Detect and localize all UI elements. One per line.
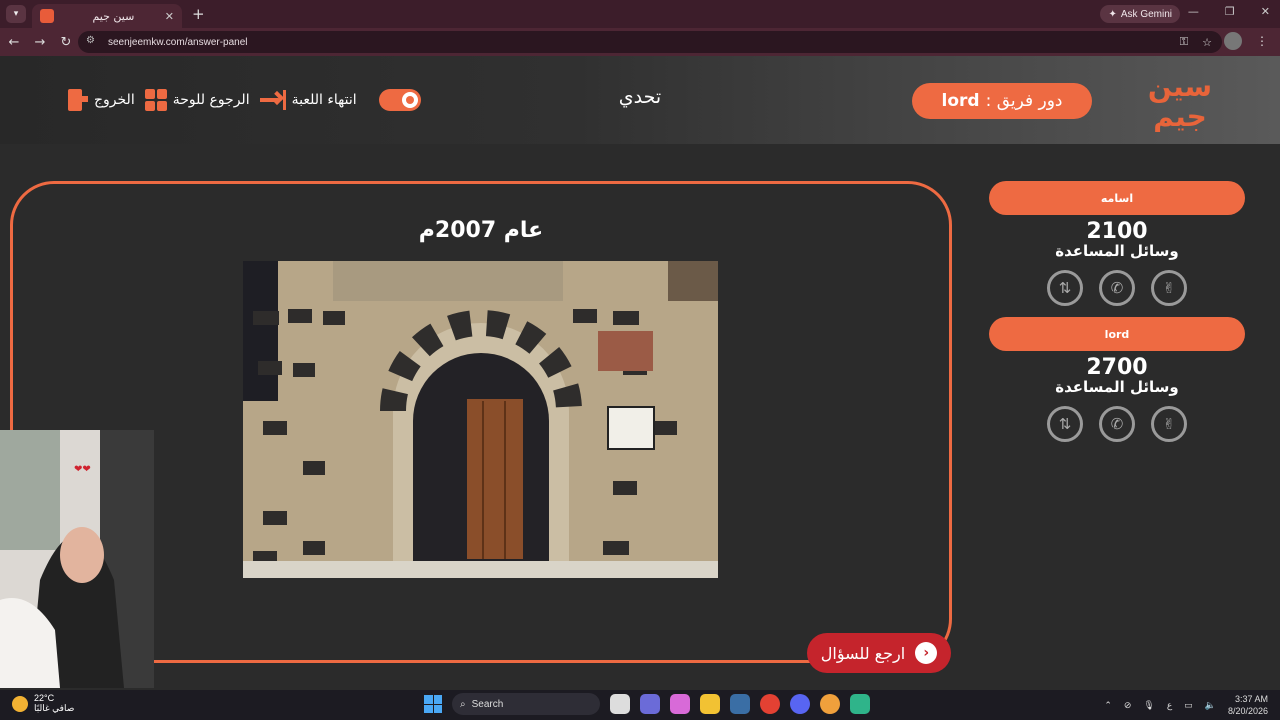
peace-hand-icon[interactable]: ✌	[1151, 270, 1187, 306]
back-to-board-button[interactable]: الرجوع للوحة	[144, 89, 250, 111]
tab-title: سين جيم	[92, 9, 135, 23]
brand-logo: سين جيم	[1140, 68, 1220, 133]
taskbar-apps: ⌕ Search	[424, 693, 870, 715]
ask-gemini-button[interactable]: ✦ Ask Gemini	[1100, 5, 1180, 23]
url-text: seenjeemkw.com/answer-panel	[108, 36, 248, 48]
window-controls: — ❐ ✕	[1188, 5, 1270, 18]
profile-avatar[interactable]	[1224, 32, 1242, 50]
restore-icon[interactable]: ❐	[1225, 5, 1235, 18]
svg-text:جيم: جيم	[1153, 100, 1207, 132]
grid-icon	[144, 89, 167, 111]
browser-tab[interactable]: سين جيم ✕	[32, 4, 182, 28]
turn-team-name: lord	[941, 91, 980, 111]
chrome-icon[interactable]	[760, 694, 780, 714]
gemini-icon: ✦	[1108, 8, 1117, 20]
svg-text:❤❤: ❤❤	[74, 464, 91, 475]
exit-label: الخروج	[94, 92, 135, 108]
address-bar[interactable]: ⚙ seenjeemkw.com/answer-panel ⚿ ☆	[78, 31, 1222, 53]
page-title: تحدي	[618, 86, 662, 108]
team-turn-indicator: دور فريق : lord	[912, 83, 1092, 119]
forward-icon[interactable]: →	[28, 35, 52, 50]
weather-widget[interactable]: 22°C صافي غالبًا	[12, 693, 74, 714]
reload-icon[interactable]: ↻	[54, 35, 78, 50]
chevron-left-icon: ‹	[915, 642, 938, 664]
aids-label: وسائل المساعدة	[1055, 242, 1179, 260]
back-to-question-button[interactable]: ‹ ارجع للسؤال	[807, 633, 951, 673]
aids-label: وسائل المساعدة	[1055, 378, 1179, 396]
menu-kebab-icon[interactable]: ⋮	[1256, 34, 1268, 48]
team-name-badge: lord	[989, 317, 1245, 351]
team-name-badge: اسامه	[989, 181, 1245, 215]
app-icon[interactable]	[850, 694, 870, 714]
ask-gemini-label: Ask Gemini	[1120, 8, 1172, 20]
back-icon[interactable]: ←	[2, 35, 26, 50]
team-panel-2: lord 2700 وسائل المساعدة ⇅ ✆ ✌	[989, 317, 1245, 442]
team-panel-1: اسامه 2100 وسائل المساعدة ⇅ ✆ ✌	[989, 181, 1245, 306]
steam-icon[interactable]	[730, 694, 750, 714]
team-score: 2100	[1086, 219, 1148, 244]
svg-text:سين: سين	[1148, 70, 1212, 103]
end-game-label: انتهاء اللعبة	[291, 92, 357, 108]
os-taskbar: 22°C صافي غالبًا ⌕ Search ⌃ ⊘ 🎙 ع ▭ 🔈 3:…	[0, 690, 1280, 720]
wifi-off-icon[interactable]: ⊘	[1124, 700, 1132, 711]
close-window-icon[interactable]: ✕	[1261, 5, 1270, 18]
turn-label: دور فريق :	[985, 91, 1063, 111]
task-view-icon[interactable]	[610, 694, 630, 714]
password-key-icon[interactable]: ⚿	[1180, 36, 1188, 49]
game-header: سين جيم دور فريق : lord تحدي الخروج الرج…	[0, 56, 1280, 144]
microphone-icon[interactable]: 🎙	[1143, 700, 1154, 711]
peace-hand-icon[interactable]: ✌	[1151, 406, 1187, 442]
bookmark-star-icon[interactable]: ☆	[1202, 36, 1212, 49]
browser-tab-strip: ▾ سين جيم ✕ + ✦ Ask Gemini — ❐ ✕	[0, 0, 1280, 28]
minimize-icon[interactable]: —	[1188, 5, 1199, 18]
webcam-overlay: ❤❤	[0, 430, 154, 688]
settings-toggle[interactable]	[378, 89, 421, 111]
chrome-profile-icon[interactable]	[820, 694, 840, 714]
search-icon: ⌕	[460, 698, 466, 710]
two-hands-icon[interactable]: ⇅	[1047, 270, 1083, 306]
two-hands-icon[interactable]: ⇅	[1047, 406, 1083, 442]
network-icon[interactable]: ▭	[1184, 700, 1193, 711]
search-placeholder: Search	[471, 698, 504, 710]
weather-text: صافي غالبًا	[34, 703, 75, 713]
system-tray: ⌃ ⊘ 🎙 ع ▭ 🔈 3:37 AM 8/20/2026	[1104, 693, 1268, 717]
copilot-icon[interactable]	[670, 694, 690, 714]
site-info-icon[interactable]: ⚙	[86, 35, 100, 49]
exit-door-icon	[66, 88, 88, 112]
file-explorer-icon[interactable]	[700, 694, 720, 714]
back-to-board-label: الرجوع للوحة	[172, 92, 250, 108]
header-actions: الخروج الرجوع للوحة انتهاء اللعبة	[66, 88, 421, 112]
answer-text: عام 2007م	[418, 218, 544, 243]
weather-sun-icon	[12, 695, 28, 712]
exit-button[interactable]: الخروج	[66, 88, 135, 112]
tab-search-button[interactable]: ▾	[6, 5, 26, 23]
site-favicon-icon	[40, 9, 54, 23]
new-tab-icon[interactable]: +	[192, 5, 205, 23]
address-bar-row: ← → ↻ ⚙ seenjeemkw.com/answer-panel ⚿ ☆ …	[0, 28, 1280, 56]
time: 3:37 AM	[1234, 694, 1268, 704]
temperature: 22°C	[34, 693, 55, 703]
back-to-question-label: ارجع للسؤال	[820, 643, 906, 663]
language-indicator[interactable]: ع	[1167, 700, 1172, 711]
aids-row: ⇅ ✆ ✌	[989, 406, 1245, 442]
phone-icon[interactable]: ✆	[1099, 406, 1135, 442]
discord-icon[interactable]	[790, 694, 810, 714]
clock[interactable]: 3:37 AM 8/20/2026	[1228, 693, 1268, 717]
answer-image	[243, 261, 718, 578]
taskbar-search[interactable]: ⌕ Search	[452, 693, 600, 715]
phone-icon[interactable]: ✆	[1099, 270, 1135, 306]
date: 8/20/2026	[1227, 706, 1268, 716]
chevron-up-icon[interactable]: ⌃	[1104, 700, 1112, 711]
store-icon[interactable]	[640, 694, 660, 714]
team-score: 2700	[1086, 355, 1148, 380]
toggle-knob	[401, 92, 418, 108]
aids-row: ⇅ ✆ ✌	[989, 270, 1245, 306]
end-game-button[interactable]: انتهاء اللعبة	[259, 90, 357, 110]
close-tab-icon[interactable]: ✕	[165, 10, 174, 23]
windows-start-icon[interactable]	[424, 695, 442, 713]
arrow-to-bar-icon	[259, 90, 286, 110]
volume-icon[interactable]: 🔈	[1205, 700, 1216, 711]
